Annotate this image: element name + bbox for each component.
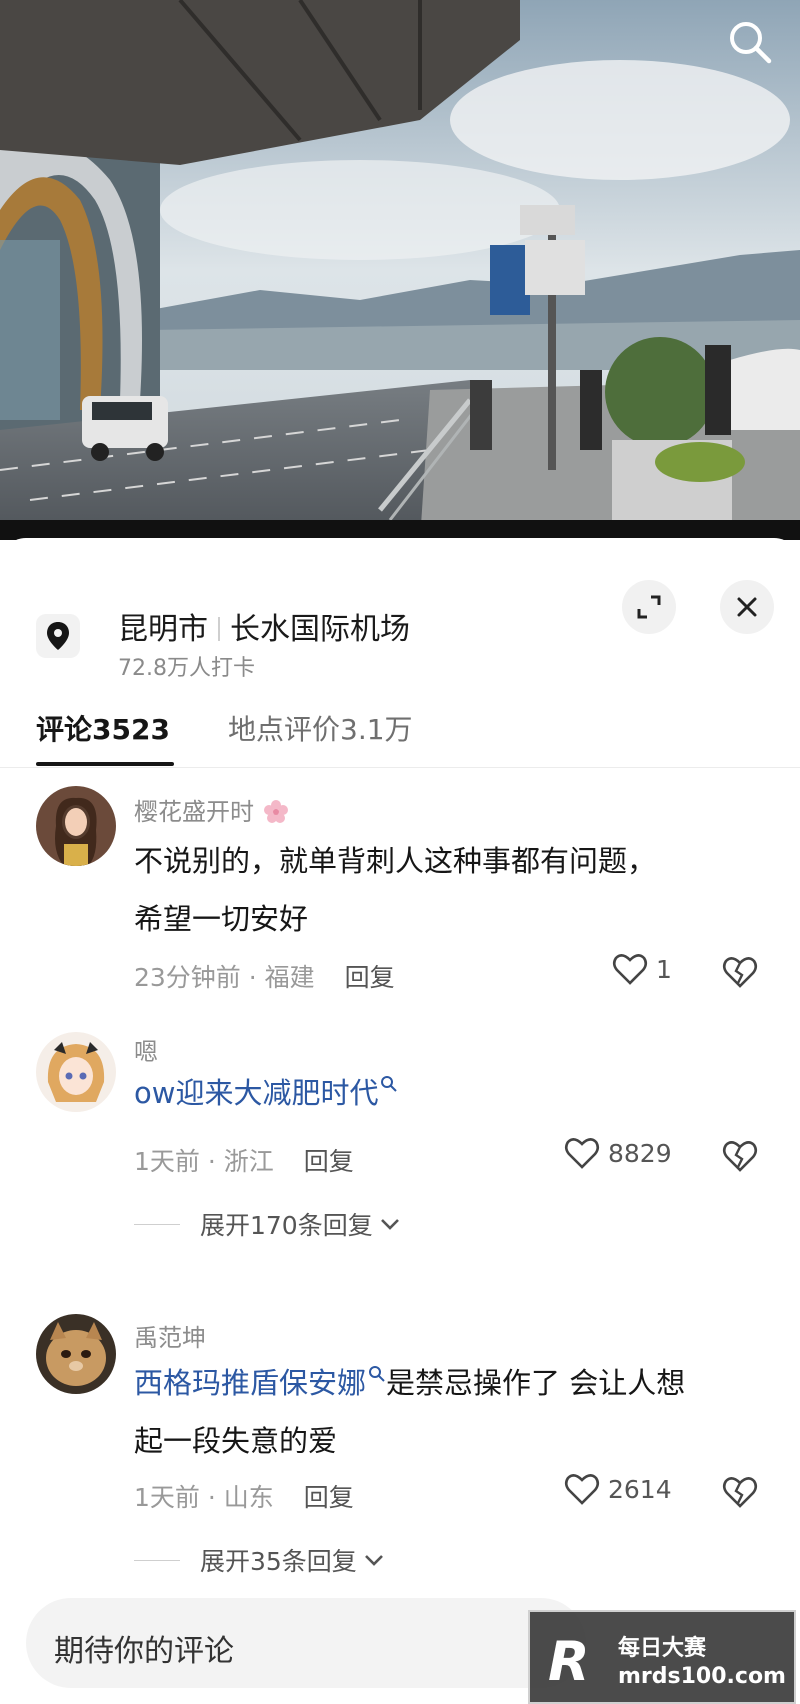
watermark-logo: R 每日大赛 mrds100.com (528, 1610, 796, 1704)
expand-icon (637, 595, 661, 619)
expand-replies-button[interactable]: 展开170条回复 (134, 1206, 401, 1242)
comment-username[interactable]: 樱花盛开时 (134, 792, 290, 827)
comment-time-location: 1天前 · 浙江 (134, 1147, 274, 1176)
location-pin-icon (36, 614, 80, 658)
like-count: 8829 (608, 1138, 672, 1168)
video-area[interactable] (0, 0, 800, 540)
watermark-url: mrds100.com (618, 1664, 786, 1689)
broken-heart-icon[interactable] (722, 954, 758, 990)
reply-button[interactable]: 回复 (345, 963, 395, 992)
expand-divider (134, 1559, 180, 1561)
comment-time-location: 1天前 · 山东 (134, 1483, 274, 1512)
comment-text: 不说别的，就单背刺人这种事都有问题， 希望一切安好 (134, 832, 774, 948)
heart-icon (612, 954, 648, 985)
avatar[interactable] (36, 1032, 116, 1112)
location-city: 昆明市 (118, 612, 208, 647)
avatar[interactable] (36, 1314, 116, 1394)
watermark-name: 每日大赛 (618, 1636, 707, 1661)
comment-text-rest: 是禁忌操作了 会让人想 (386, 1366, 686, 1400)
reply-button[interactable]: 回复 (304, 1483, 354, 1512)
tab-bar: 评论3523 地点评价3.1万 (0, 668, 800, 768)
search-button[interactable] (722, 14, 778, 70)
username-text: 樱花盛开时 (134, 798, 254, 826)
comment-sheet: 昆明市 长水国际机场 72.8万人打卡 评论3523 地点评价3.1万 樱花盛开… (0, 538, 800, 1704)
expand-replies-label: 展开170条回复 (200, 1211, 373, 1240)
like-count: 2614 (608, 1474, 672, 1504)
location-title[interactable]: 昆明市 长水国际机场 (118, 604, 410, 648)
keyword-text: ow迎来大减肥时代 (134, 1076, 379, 1110)
comment-line: 起一段失意的爱 (134, 1424, 338, 1458)
close-icon (737, 597, 757, 617)
reply-button[interactable]: 回复 (304, 1147, 354, 1176)
like-button[interactable]: 8829 (564, 1136, 672, 1170)
like-button[interactable]: 2614 (564, 1472, 672, 1506)
tab-comments[interactable]: 评论3523 (36, 708, 170, 748)
search-small-icon (381, 1076, 398, 1092)
search-icon (730, 22, 772, 64)
chevron-down-icon (364, 1555, 383, 1566)
airport-photo (0, 0, 800, 540)
comment-username[interactable]: 禹范坤 (134, 1318, 206, 1353)
comment-text: 西格玛推盾保安娜 是禁忌操作了 会让人想 起一段失意的爱 (134, 1354, 774, 1470)
comment-meta: 23分钟前 · 福建 回复 (134, 958, 395, 994)
keyword-text: 西格玛推盾保安娜 (134, 1366, 367, 1400)
broken-heart-icon[interactable] (722, 1138, 758, 1174)
comment-meta: 1天前 · 山东 回复 (134, 1478, 354, 1514)
like-button[interactable]: 1 (612, 952, 672, 986)
active-tab-indicator (36, 762, 174, 766)
location-place: 长水国际机场 (230, 612, 410, 647)
heart-icon (564, 1138, 600, 1169)
comment-time-location: 23分钟前 · 福建 (134, 963, 315, 992)
chevron-down-icon (380, 1219, 399, 1230)
like-count: 1 (656, 954, 672, 984)
heart-icon (564, 1474, 600, 1505)
avatar[interactable] (36, 786, 116, 866)
expand-replies-button[interactable]: 展开35条回复 (134, 1542, 385, 1578)
search-keyword-link[interactable]: 西格玛推盾保安娜 (134, 1366, 386, 1400)
comment-text: ow迎来大减肥时代 (134, 1064, 774, 1122)
tab-place-reviews[interactable]: 地点评价3.1万 (228, 708, 413, 748)
search-keyword-link[interactable]: ow迎来大减肥时代 (134, 1076, 398, 1110)
expand-divider (134, 1223, 180, 1225)
location-header[interactable]: 昆明市 长水国际机场 72.8万人打卡 (0, 568, 800, 681)
expand-replies-label: 展开35条回复 (200, 1547, 357, 1576)
close-button[interactable] (720, 580, 774, 634)
broken-heart-icon[interactable] (722, 1474, 758, 1510)
comment-input-placeholder: 期待你的评论 (54, 1634, 234, 1669)
comment-input[interactable]: 期待你的评论 (26, 1598, 586, 1688)
search-small-icon (369, 1366, 385, 1382)
sakura-icon (263, 800, 288, 823)
comment-meta: 1天前 · 浙江 回复 (134, 1142, 354, 1178)
comment-username[interactable]: 嗯 (134, 1032, 158, 1067)
expand-button[interactable] (622, 580, 676, 634)
comment-line: 不说别的，就单背刺人这种事都有问题， (134, 844, 657, 878)
title-separator (218, 617, 220, 641)
watermark-r-logo: R (548, 1630, 590, 1693)
comment-line: 希望一切安好 (134, 902, 309, 936)
comment-line: 西格玛推盾保安娜 是禁忌操作了 会让人想 (134, 1354, 774, 1412)
